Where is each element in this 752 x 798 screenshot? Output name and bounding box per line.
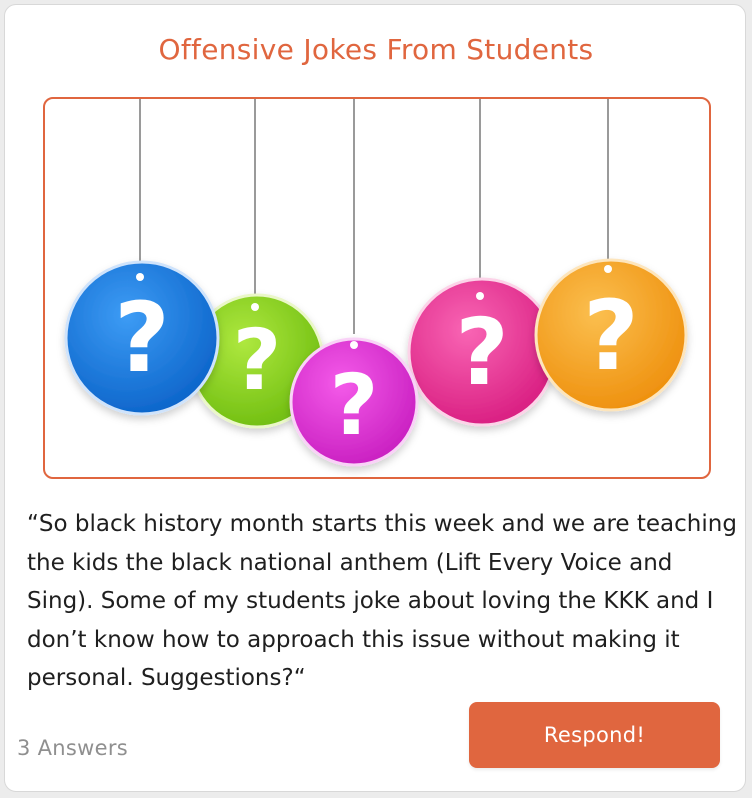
hanging-strings bbox=[139, 99, 609, 334]
magenta-question-tag-icon: ? bbox=[289, 337, 419, 467]
orange-question-tag-icon: ? bbox=[534, 258, 688, 412]
svg-text:?: ? bbox=[455, 299, 508, 406]
answers-count[interactable]: 3 Answers bbox=[17, 736, 128, 760]
svg-text:?: ? bbox=[233, 311, 282, 409]
post-image: ? ? ? ? ? bbox=[43, 97, 711, 479]
post-title: Offensive Jokes From Students bbox=[158, 33, 594, 66]
question-card: Offensive Jokes From Students ? ? ? ? ? … bbox=[4, 4, 746, 792]
respond-button[interactable]: Respond! bbox=[469, 702, 720, 768]
question-mark-tags-illustration: ? ? ? ? ? bbox=[64, 99, 688, 467]
svg-text:?: ? bbox=[330, 356, 379, 454]
svg-text:?: ? bbox=[583, 280, 639, 392]
question-body: “So black history month starts this week… bbox=[27, 511, 737, 691]
pink-question-tag-icon: ? bbox=[407, 277, 557, 427]
svg-text:?: ? bbox=[114, 282, 170, 394]
blue-question-tag-icon: ? bbox=[64, 260, 220, 416]
